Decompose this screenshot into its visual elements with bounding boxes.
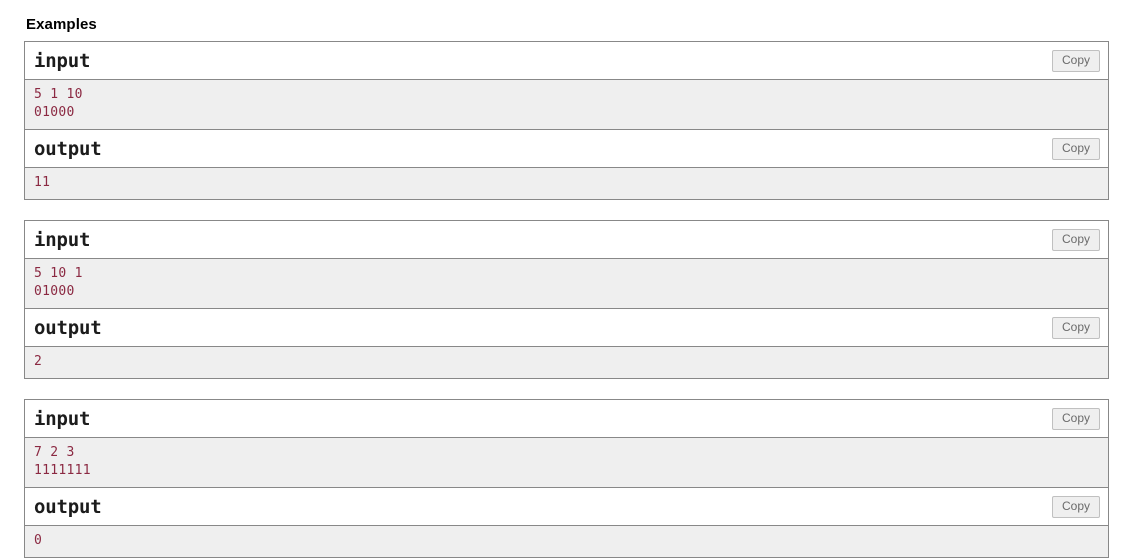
input-data-2: 5 10 1 01000: [34, 266, 83, 299]
copy-input-button-1[interactable]: Copy: [1051, 49, 1100, 72]
output-label: output: [34, 495, 102, 518]
example-block-3: input Copy 7 2 3 1111111 output Copy 0: [24, 399, 1109, 558]
output-header-2: output Copy: [25, 309, 1108, 347]
input-header-3: input Copy: [25, 400, 1108, 438]
copy-output-button-2[interactable]: Copy: [1051, 316, 1100, 339]
example-block-2: input Copy 5 10 1 01000 output Copy 2: [24, 220, 1109, 379]
output-data-3: 0: [34, 533, 43, 548]
input-data-1: 5 1 10 01000: [34, 87, 83, 120]
input-label: input: [34, 228, 91, 251]
page-title: Examples: [26, 16, 97, 33]
copy-input-button-2[interactable]: Copy: [1051, 228, 1100, 251]
input-header-2: input Copy: [25, 221, 1108, 259]
input-header-1: input Copy: [25, 42, 1108, 80]
input-label: input: [34, 49, 91, 72]
copy-input-button-3[interactable]: Copy: [1051, 407, 1100, 430]
examples-list: input Copy 5 1 10 01000 output Copy 11 i…: [24, 41, 1109, 558]
output-body-2: 2: [25, 347, 1108, 378]
copy-output-button-1[interactable]: Copy: [1051, 137, 1100, 160]
output-data-2: 2: [34, 354, 43, 369]
output-body-3: 0: [25, 526, 1108, 557]
input-body-2: 5 10 1 01000: [25, 259, 1108, 309]
input-body-3: 7 2 3 1111111: [25, 438, 1108, 488]
copy-output-button-3[interactable]: Copy: [1051, 495, 1100, 518]
input-data-3: 7 2 3 1111111: [34, 445, 91, 478]
input-body-1: 5 1 10 01000: [25, 80, 1108, 130]
output-header-3: output Copy: [25, 488, 1108, 526]
input-label: input: [34, 407, 91, 430]
output-label: output: [34, 137, 102, 160]
output-header-1: output Copy: [25, 130, 1108, 168]
output-data-1: 11: [34, 175, 51, 190]
output-body-1: 11: [25, 168, 1108, 199]
example-block-1: input Copy 5 1 10 01000 output Copy 11: [24, 41, 1109, 200]
output-label: output: [34, 316, 102, 339]
examples-page: Examples input Copy 5 1 10 01000 output …: [0, 0, 1133, 558]
